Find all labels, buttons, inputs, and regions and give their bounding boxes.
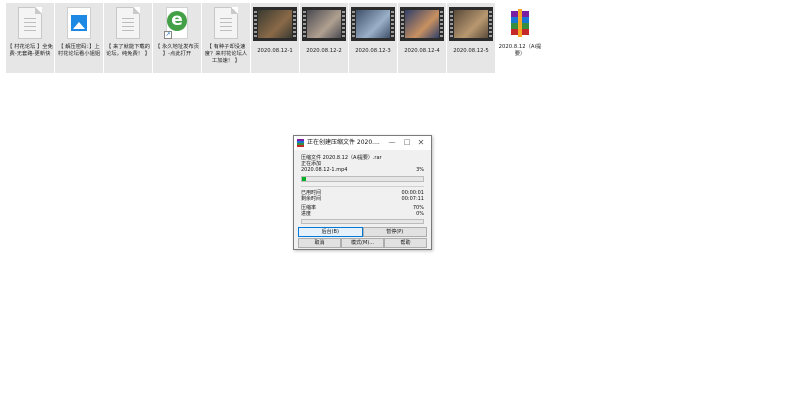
file-item[interactable]: e ↗ 【 永久地址发布页 】-点此打开 [153, 3, 201, 73]
mode-button[interactable]: 模式(M)... [341, 238, 384, 248]
file-item[interactable]: 2020.8.12（Ai提要） [496, 3, 544, 73]
image-file-icon [67, 7, 91, 39]
dialog-body: 压缩文件 2020.8.12（Ai提要）.rar 正在添加 2020.08.12… [294, 150, 431, 224]
rar-archive-icon [509, 9, 531, 37]
current-file-progress-fill [302, 177, 306, 181]
file-item[interactable]: 【 解压密码：】上村花论坛看小姐姐 [55, 3, 103, 73]
file-name: 2020.08.12-1 [257, 48, 293, 54]
file-item[interactable]: 【 来了就能下载的论坛，纯免费！ 】 [104, 3, 152, 73]
pause-button[interactable]: 暂停(P) [362, 227, 427, 237]
text-document-icon [18, 7, 42, 39]
file-item[interactable]: 2020.08.12-5 [447, 3, 495, 73]
file-item[interactable]: 2020.08.12-1 [251, 3, 299, 73]
file-name: 【 永久地址发布页 】-点此打开 [154, 44, 200, 57]
file-item[interactable]: 【 村花论坛 】全免费-无套路-更新快 [6, 3, 54, 73]
file-item[interactable]: 2020.08.12-3 [349, 3, 397, 73]
text-document-icon [116, 7, 140, 39]
progress-label: 进度 [301, 211, 312, 217]
file-name: 2020.08.12-5 [453, 48, 489, 54]
file-name: 2020.08.12-2 [306, 48, 342, 54]
background-button[interactable]: 后台(B) [298, 227, 363, 237]
current-file-progress-bar [301, 176, 424, 182]
divider [301, 186, 424, 187]
total-progress-bar [301, 219, 424, 224]
video-thumbnail-icon [449, 7, 493, 41]
file-name: 【 村花论坛 】全免费-无套路-更新快 [7, 44, 53, 57]
dialog-titlebar[interactable]: 正在创建压缩文件 2020.... — □ ✕ [294, 136, 431, 150]
file-name: 2020.8.12（Ai提要） [498, 44, 542, 57]
current-file: 2020.08.12-1.mp4 [301, 167, 348, 173]
internet-shortcut-icon: e ↗ [164, 7, 190, 39]
file-name: 2020.08.12-3 [355, 48, 391, 54]
video-thumbnail-icon [351, 7, 395, 41]
file-name: 【 来了就能下载的论坛，纯免费！ 】 [105, 44, 151, 57]
file-item[interactable]: 2020.08.12-4 [398, 3, 446, 73]
file-item[interactable]: 【 有种子却没速度？来村花论坛人工加速！ 】 [202, 3, 250, 73]
dialog-title: 正在创建压缩文件 2020.... [307, 139, 380, 146]
video-thumbnail-icon [400, 7, 444, 41]
current-percent: 3% [416, 167, 424, 173]
help-button[interactable]: 帮助 [384, 238, 427, 248]
file-name: 2020.08.12-4 [404, 48, 440, 54]
text-document-icon [214, 7, 238, 39]
cancel-button[interactable]: 取消 [298, 238, 341, 248]
file-grid: 【 村花论坛 】全免费-无套路-更新快【 解压密码：】上村花论坛看小姐姐【 来了… [6, 3, 544, 73]
file-item[interactable]: 2020.08.12-2 [300, 3, 348, 73]
winrar-icon [297, 139, 304, 147]
maximize-button[interactable]: □ [401, 137, 413, 148]
archive-progress-dialog: 正在创建压缩文件 2020.... — □ ✕ 压缩文件 2020.8.12（A… [293, 135, 432, 250]
minimize-button[interactable]: — [386, 137, 398, 148]
video-thumbnail-icon [253, 7, 297, 41]
close-button[interactable]: ✕ [415, 137, 427, 148]
progress-value: 0% [416, 211, 424, 217]
file-name: 【 解压密码：】上村花论坛看小姐姐 [57, 44, 101, 57]
remaining-label: 剩余时间 [301, 196, 322, 202]
remaining-value: 00:07:11 [401, 196, 424, 202]
video-thumbnail-icon [302, 7, 346, 41]
file-name: 【 有种子却没速度？来村花论坛人工加速！ 】 [204, 44, 248, 64]
